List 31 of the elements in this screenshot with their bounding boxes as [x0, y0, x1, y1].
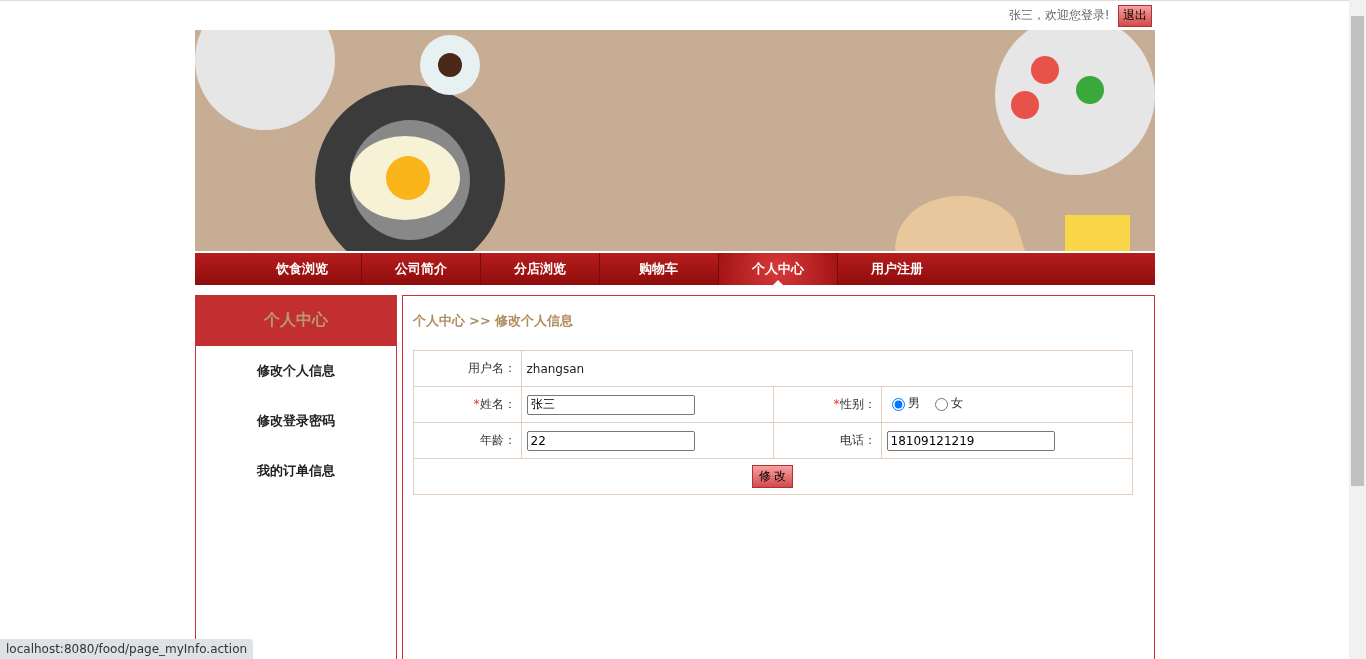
nav-tab[interactable]: 用户注册 [836, 253, 956, 285]
nav-tab[interactable]: 分店浏览 [479, 253, 599, 285]
status-bar-url: localhost:8080/food/page_myInfo.action [0, 639, 254, 659]
gender-radio[interactable] [934, 398, 948, 412]
radio-label: 女 [950, 394, 963, 412]
phone-input[interactable]: 18109121219 [886, 430, 1055, 451]
sidebar-link[interactable]: 我的订单信息 [195, 446, 396, 496]
sidebar-link[interactable]: 修改个人信息 [195, 346, 396, 396]
username-value: zhangsan [526, 361, 585, 376]
nav-tab[interactable]: 个人中心 [717, 253, 837, 285]
gender-radio[interactable] [891, 398, 905, 412]
field-label: 年龄： [479, 433, 516, 447]
scrollbar[interactable] [1349, 0, 1366, 659]
required-mark: * [473, 397, 480, 411]
name-input[interactable]: 张三 [526, 394, 695, 415]
field-label: 姓名： [479, 397, 516, 411]
welcome-text: 张三，欢迎您登录! [1008, 7, 1110, 24]
nav-tab[interactable]: 公司简介 [360, 253, 480, 285]
field-label: 电话： [839, 433, 876, 447]
sidebar-title: 个人中心 [195, 295, 396, 346]
logout-button[interactable]: 退出 [1117, 4, 1152, 27]
field-label: 用户名： [467, 361, 516, 375]
required-mark: * [833, 397, 840, 411]
nav-tab[interactable]: 饮食浏览 [242, 253, 361, 285]
radio-label: 男 [907, 394, 920, 412]
nav-tab[interactable]: 购物车 [598, 253, 718, 285]
age-input[interactable]: 22 [526, 430, 695, 451]
field-label: 性别： [839, 397, 876, 411]
submit-button[interactable]: 修 改 [751, 465, 794, 488]
breadcrumb: 个人中心 >> 修改个人信息 [412, 312, 575, 330]
sidebar-link[interactable]: 修改登录密码 [195, 396, 396, 446]
